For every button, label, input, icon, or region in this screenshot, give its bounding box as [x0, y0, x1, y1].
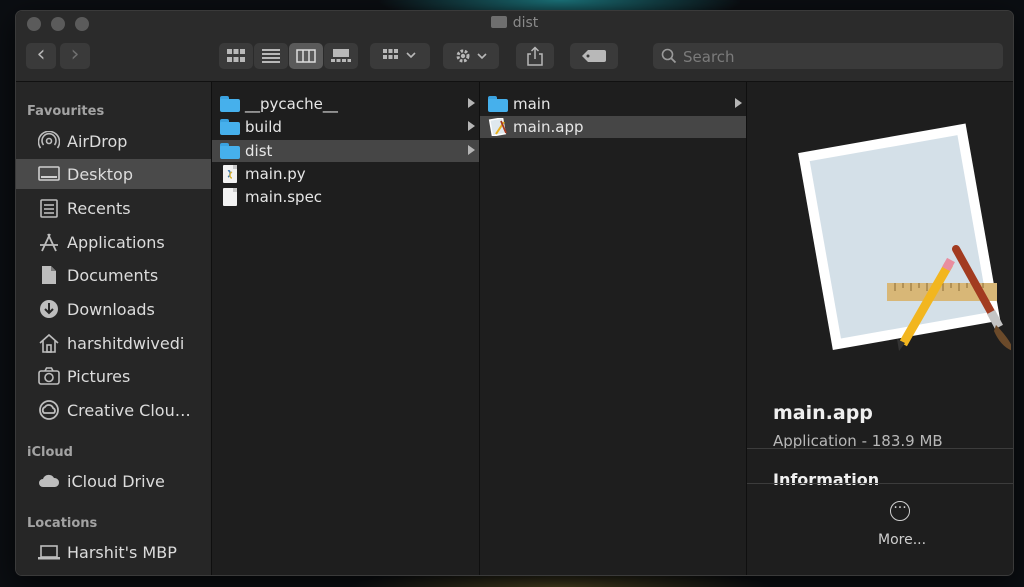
- search-icon: [661, 48, 677, 64]
- column-view-button[interactable]: [289, 43, 323, 69]
- folder-icon: [220, 96, 240, 114]
- list-item[interactable]: main.app: [480, 116, 746, 138]
- item-label: main: [513, 95, 551, 113]
- back-button[interactable]: ‹: [26, 43, 56, 69]
- sidebar-item-downloads[interactable]: Downloads: [16, 294, 211, 324]
- sidebar-item-applications[interactable]: Applications: [16, 227, 211, 257]
- item-label: __pycache__: [245, 95, 338, 113]
- sidebar-item-label: Pictures: [67, 367, 131, 386]
- gallery-icon: [331, 49, 351, 62]
- sidebar-item-label: Creative Clou…: [67, 401, 191, 420]
- creative-cloud-icon: [39, 400, 59, 420]
- list-view-button[interactable]: [254, 43, 288, 69]
- share-button[interactable]: [516, 43, 554, 69]
- camera-icon: [38, 367, 60, 385]
- divider: [747, 483, 1013, 484]
- folder-icon: [488, 96, 508, 114]
- sidebar-item-airdrop[interactable]: AirDrop: [16, 126, 211, 156]
- app-preview-icon: [798, 123, 1011, 351]
- sidebar-item-label: Recents: [67, 199, 131, 218]
- item-label: main.spec: [245, 188, 323, 206]
- list-item[interactable]: __pycache__: [212, 93, 479, 115]
- sidebar-item-desktop[interactable]: Desktop: [16, 159, 211, 189]
- item-label: build: [245, 118, 282, 136]
- sidebar-item-label: harshitdwivedi: [67, 334, 185, 353]
- tags-button[interactable]: [570, 43, 618, 69]
- disclosure-arrow-icon: [468, 98, 475, 108]
- folder-icon: [220, 119, 240, 137]
- preview-file-name: main.app: [773, 402, 873, 424]
- disclosure-arrow-icon: [468, 145, 475, 155]
- chevron-right-icon: ›: [70, 42, 80, 67]
- sidebar-item-label: Applications: [67, 233, 165, 252]
- sidebar-section-favourites: Favourites: [27, 104, 105, 119]
- finder-window: dist ‹ › Search Favourites AirDrop Deskt…: [16, 11, 1013, 575]
- more-icon[interactable]: ···: [890, 501, 910, 521]
- item-label: main.app: [513, 118, 584, 136]
- window-title: dist: [16, 15, 1013, 31]
- file-icon: [220, 188, 240, 206]
- sidebar-item-recents[interactable]: Recents: [16, 193, 211, 223]
- laptop-icon: [38, 545, 60, 560]
- sidebar-item-icloud-drive[interactable]: iCloud Drive: [16, 466, 211, 496]
- chevron-left-icon: ‹: [36, 42, 46, 67]
- sidebar-item-label: Downloads: [67, 300, 155, 319]
- gallery-view-button[interactable]: [324, 43, 358, 69]
- window-title-text: dist: [512, 15, 539, 31]
- list-item[interactable]: main.py: [212, 163, 479, 185]
- icon-view-button[interactable]: [219, 43, 253, 69]
- group-grid-icon: [383, 49, 416, 59]
- python-file-icon: [220, 165, 240, 183]
- disclosure-arrow-icon: [735, 98, 742, 108]
- app-icon: [488, 117, 508, 137]
- columns-icon: [296, 49, 316, 63]
- sidebar-section-icloud: iCloud: [27, 445, 73, 460]
- home-icon: [39, 333, 59, 353]
- list-item[interactable]: main: [480, 93, 746, 115]
- disclosure-arrow-icon: [468, 121, 475, 131]
- sidebar-item-label: Harshit's MBP: [67, 543, 177, 562]
- sidebar-item-home[interactable]: harshitdwivedi: [16, 328, 211, 358]
- divider: [747, 448, 1013, 449]
- sidebar-item-label: iCloud Drive: [67, 472, 165, 491]
- folder-icon: [220, 143, 240, 161]
- titlebar: dist ‹ ›: [16, 11, 1013, 82]
- list-item[interactable]: build: [212, 116, 479, 138]
- sidebar-section-locations: Locations: [27, 516, 98, 531]
- list-item[interactable]: main.spec: [212, 186, 479, 208]
- applications-icon: [40, 233, 58, 252]
- information-heading[interactable]: Information: [773, 470, 879, 489]
- folder-icon: [490, 16, 507, 28]
- search-input[interactable]: [681, 43, 985, 71]
- sidebar-item-pictures[interactable]: Pictures: [16, 361, 211, 391]
- downloads-icon: [40, 300, 58, 318]
- sidebar-item-documents[interactable]: Documents: [16, 260, 211, 290]
- browser-column-1: __pycache__ build dist main.py main.spec: [212, 82, 479, 575]
- action-button[interactable]: [443, 43, 499, 69]
- sidebar-item-harshits-mbp[interactable]: Harshit's MBP: [16, 537, 211, 567]
- grid-icon: [227, 49, 245, 62]
- sidebar: Favourites AirDrop Desktop Recents Appli…: [16, 82, 211, 575]
- list-item[interactable]: dist: [212, 140, 479, 162]
- recents-icon: [40, 199, 58, 218]
- desktop-icon: [38, 166, 60, 181]
- sidebar-item-label: Documents: [67, 266, 159, 285]
- browser-column-2: main main.app: [480, 82, 746, 575]
- search-field[interactable]: [653, 43, 1003, 71]
- item-label: main.py: [245, 165, 306, 183]
- list-icon: [262, 49, 280, 63]
- tag-icon: [582, 50, 606, 62]
- sidebar-item-label: AirDrop: [67, 132, 128, 151]
- share-icon: [527, 46, 543, 66]
- icloud-icon: [39, 474, 60, 487]
- sidebar-item-creative-cloud[interactable]: Creative Clou…: [16, 395, 211, 425]
- more-button[interactable]: More...: [878, 532, 926, 548]
- documents-icon: [42, 266, 56, 284]
- group-by-button[interactable]: [370, 43, 430, 69]
- forward-button[interactable]: ›: [60, 43, 90, 69]
- sidebar-item-label: Desktop: [67, 165, 133, 184]
- gear-icon: [456, 49, 487, 63]
- airdrop-icon: [38, 131, 60, 149]
- item-label: dist: [245, 142, 273, 160]
